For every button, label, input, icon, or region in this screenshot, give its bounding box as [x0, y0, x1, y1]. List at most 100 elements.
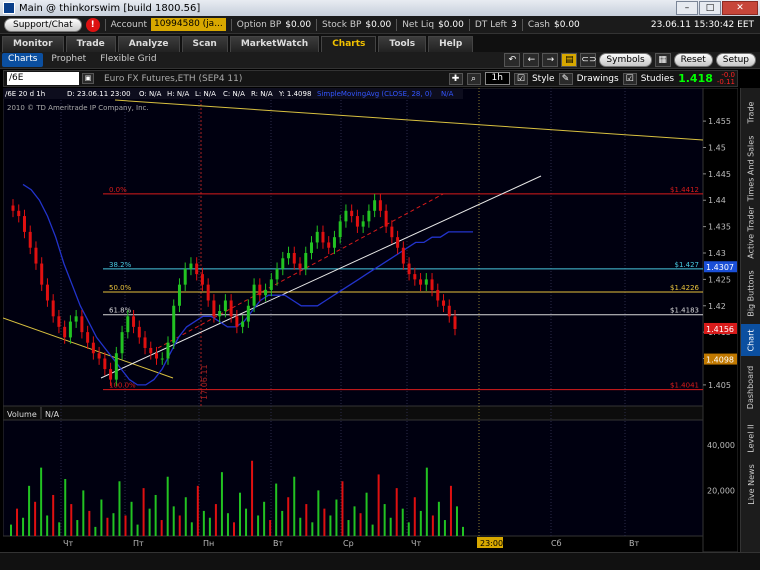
app-icon: [3, 2, 15, 14]
fib-percent: 38.2%: [109, 261, 132, 269]
price-tag: 1.4098: [706, 356, 734, 365]
info-low: L: N/A: [195, 90, 216, 98]
info-open: O: N/A: [139, 90, 162, 98]
sidebar-item-active-trader[interactable]: Active Trader: [741, 202, 760, 262]
x-tick-label: Ср: [343, 539, 354, 548]
tab-help[interactable]: Help: [428, 36, 474, 52]
sidebar-item-times-and-sales[interactable]: Times And Sales: [741, 135, 760, 201]
candle: [281, 258, 285, 269]
chart-header: /6E ▣ Euro FX Futures,ETH (SEP4 11) ✚ ⌕ …: [3, 70, 738, 87]
title-bar: Main @ thinkorswim [build 1800.56] – □ ✕: [0, 0, 760, 16]
sidebar-item-label: Chart: [746, 329, 756, 351]
candle: [378, 200, 382, 211]
candle: [22, 216, 26, 232]
forward-icon[interactable]: →: [542, 53, 559, 67]
tab-monitor[interactable]: Monitor: [2, 36, 64, 52]
sidebar-item-live-news[interactable]: Live News: [741, 459, 760, 509]
tab-marketwatch[interactable]: MarketWatch: [229, 36, 320, 52]
studies-menu[interactable]: Studies: [641, 74, 674, 84]
fib-price: $1.4412: [670, 186, 699, 194]
link-icon[interactable]: ⊂⊃: [580, 53, 597, 67]
sidebar-item-level-ii[interactable]: Level II: [741, 418, 760, 458]
sidebar-item-label: Big Buttons: [746, 269, 756, 317]
candle: [269, 279, 273, 290]
alert-icon[interactable]: !: [85, 17, 100, 32]
subtab-prophet[interactable]: Prophet: [45, 53, 92, 67]
date-marker-label: 17.06.11: [200, 364, 209, 400]
candle: [57, 316, 61, 327]
fib-percent: 100.0%: [109, 382, 136, 390]
info-range: R: N/A: [251, 90, 273, 98]
sidebar-item-big-buttons[interactable]: Big Buttons: [741, 263, 760, 323]
grid-icon[interactable]: ▦: [654, 53, 671, 67]
account-label: Account: [110, 19, 147, 30]
candle: [309, 242, 313, 253]
candle: [258, 284, 262, 296]
candle: [344, 210, 348, 222]
candle: [338, 221, 342, 238]
candle: [292, 253, 296, 264]
layout-icon[interactable]: ▤: [561, 53, 578, 67]
style-icon[interactable]: ☑: [513, 72, 528, 85]
candle: [172, 305, 176, 343]
tab-tools[interactable]: Tools: [378, 36, 427, 52]
separator: [396, 18, 398, 31]
fib-price: $1.4226: [670, 284, 699, 292]
candle: [442, 300, 446, 306]
candle: [17, 210, 21, 217]
maximize-button[interactable]: □: [699, 1, 721, 15]
support-chat-button[interactable]: Support/Chat: [4, 17, 82, 32]
studies-icon[interactable]: ☑: [622, 72, 637, 85]
candle: [275, 268, 279, 280]
setup-button[interactable]: Setup: [715, 53, 756, 67]
drawings-menu[interactable]: Drawings: [577, 74, 619, 84]
volume-tick-label: 40,000: [707, 441, 735, 450]
reset-button[interactable]: Reset: [673, 53, 713, 67]
candle: [160, 358, 164, 360]
candle: [413, 274, 417, 280]
candle: [114, 353, 118, 380]
candle: [373, 200, 377, 211]
tab-analyze[interactable]: Analyze: [117, 36, 180, 52]
undo-icon[interactable]: ↶: [504, 53, 521, 67]
cash-label: Cash: [527, 19, 551, 30]
close-button[interactable]: ✕: [722, 1, 758, 15]
y-tick-label: 1.455: [708, 117, 731, 126]
y-tick-label: 1.435: [708, 223, 731, 232]
crosshair-icon[interactable]: ✚: [448, 72, 463, 85]
candle: [223, 300, 227, 312]
separator: [230, 18, 232, 31]
subtab-flexible-grid[interactable]: Flexible Grid: [94, 53, 162, 67]
candle: [177, 284, 181, 306]
minimize-button[interactable]: –: [676, 1, 698, 15]
x-tick-label: Чт: [411, 539, 421, 548]
x-tick-label: Пн: [203, 539, 214, 548]
symbols-button[interactable]: Symbols: [599, 53, 652, 67]
subtab-charts[interactable]: Charts: [2, 53, 44, 67]
candle: [80, 316, 84, 333]
x-tick-label: Чт: [63, 539, 73, 548]
sidebar-item-dashboard[interactable]: Dashboard: [741, 357, 760, 417]
x-tick-label: Сб: [551, 539, 562, 548]
symbol-input[interactable]: /6E: [7, 72, 79, 85]
lock-icon[interactable]: ▣: [82, 73, 94, 84]
price-chart[interactable]: 17.06.11 0.0% $1.4412 38.2% $1.427 50.0% $1.4…: [3, 88, 738, 552]
drawings-icon[interactable]: ✎: [558, 72, 573, 85]
account-select[interactable]: 10994580 (ja...: [151, 18, 226, 31]
candle: [189, 263, 193, 269]
tab-scan[interactable]: Scan: [181, 36, 228, 52]
back-icon[interactable]: ←: [523, 53, 540, 67]
zoom-icon[interactable]: ⌕: [466, 72, 481, 85]
style-menu[interactable]: Style: [532, 74, 555, 84]
tab-trade[interactable]: Trade: [65, 36, 116, 52]
sidebar-item-chart[interactable]: Chart: [741, 324, 760, 356]
candle: [390, 226, 394, 238]
x-tick-label: Пт: [133, 539, 144, 548]
candle: [212, 300, 216, 317]
tab-charts[interactable]: Charts: [321, 36, 377, 52]
sidebar-item-trade[interactable]: Trade: [741, 90, 760, 134]
change-percent: -0.11: [716, 77, 735, 86]
candle: [453, 316, 457, 329]
price-panel: [3, 88, 704, 407]
timeframe-button[interactable]: 1h: [484, 72, 510, 85]
